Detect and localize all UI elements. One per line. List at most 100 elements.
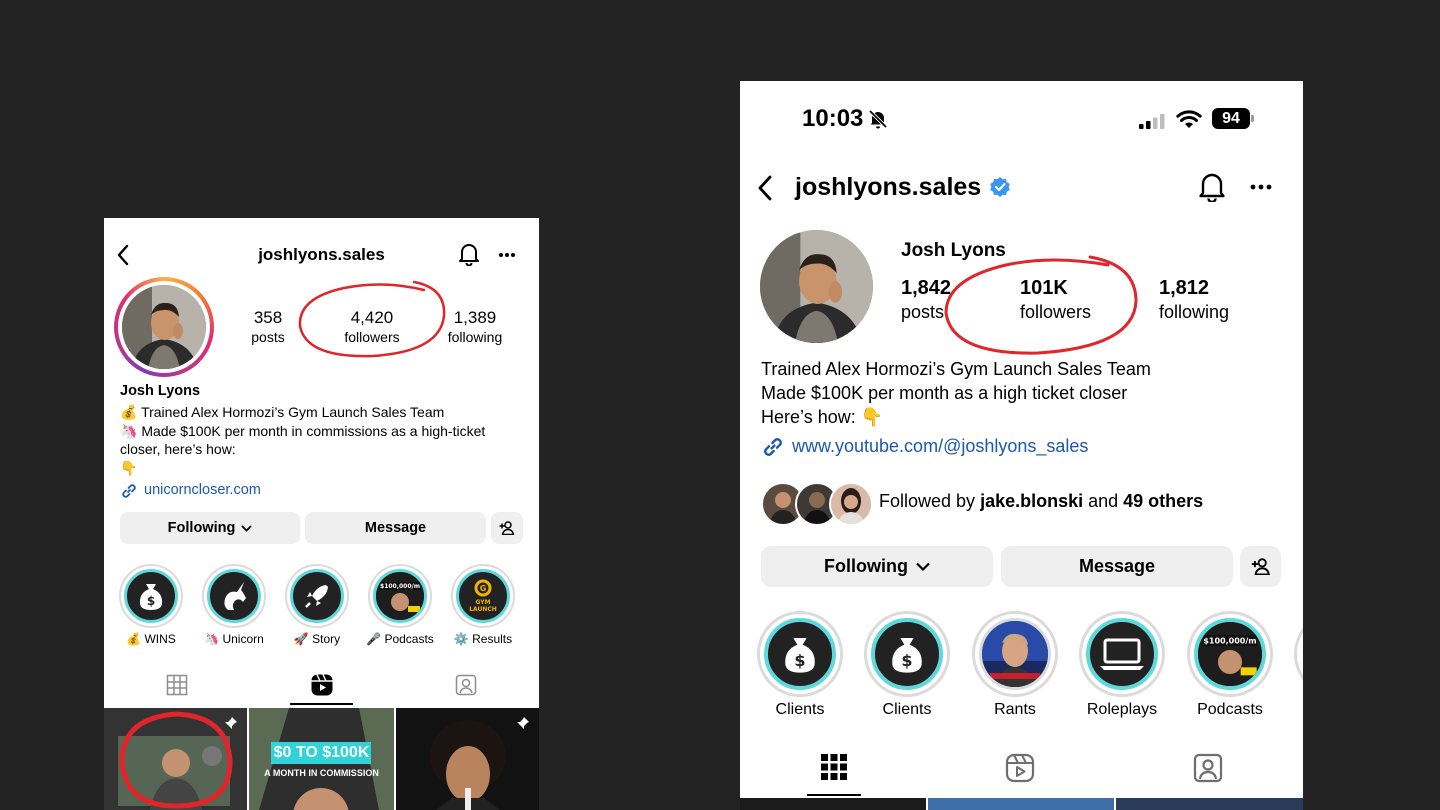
bio-line: 👇 (120, 459, 138, 476)
highlight-label: Clients (775, 701, 825, 718)
svg-text:$: $ (794, 651, 805, 670)
more-options-icon[interactable] (1250, 184, 1272, 190)
following-button[interactable]: Following (120, 512, 300, 544)
reel-thumbnail[interactable] (396, 708, 539, 810)
bell-icon[interactable] (1198, 172, 1226, 202)
svg-text:LAUNCH: LAUNCH (469, 606, 497, 613)
svg-text:$100,000/m: $100,000/m (1203, 636, 1256, 645)
avatar (122, 285, 206, 369)
highlight-label: Rants (994, 701, 1036, 718)
highlight-label: Podcasts (1197, 701, 1263, 718)
profile-username: joshlyons.sales (795, 173, 982, 201)
gym-launch-logo-icon: G GYM LAUNCH (456, 569, 510, 623)
money-bag-icon: $ (764, 618, 836, 690)
status-time: 10:03 (802, 105, 864, 132)
podcast-thumbnail-icon: $100,000/m (1194, 618, 1266, 690)
reel-sub-text: A MONTH IN COMMISSION (264, 768, 379, 778)
highlight-label: Roleplays (1086, 701, 1158, 718)
avatar[interactable] (760, 230, 873, 343)
pin-icon (516, 716, 530, 730)
cellular-signal-icon (1138, 113, 1168, 129)
link-icon (761, 435, 785, 459)
money-bag-icon: $ (124, 569, 178, 623)
rants-thumbnail-icon (979, 618, 1051, 690)
message-button-label: Message (1078, 556, 1156, 576)
chevron-down-icon (916, 562, 930, 571)
svg-text:$: $ (147, 594, 155, 608)
following-button[interactable]: Following (761, 546, 993, 587)
highlight-label: ⚙️ Results (453, 632, 513, 646)
wifi-icon (1176, 109, 1202, 129)
reel-thumbnail[interactable]: $0 TO $100K A MONTH IN COMMISSION (249, 708, 394, 810)
add-user-button[interactable] (491, 512, 523, 544)
bio-line: 💰 Trained Alex Hormozi’s Gym Launch Sale… (120, 404, 445, 420)
tab-reels[interactable] (310, 673, 334, 697)
add-user-button[interactable] (1240, 546, 1281, 587)
unicorn-icon (207, 569, 261, 623)
bell-icon[interactable] (458, 242, 480, 266)
right-profile-screenshot: 10:03 94 joshlyons.sales Josh Lyons 1,84… (740, 81, 1303, 810)
svg-text:GYM: GYM (475, 599, 490, 606)
post-thumbnail[interactable] (928, 798, 1114, 810)
bio-line: Here’s how: 👇 (761, 407, 884, 427)
podcast-thumb-text: $100,000/m (380, 583, 420, 590)
tab-grid-underline (807, 794, 861, 796)
highlight-label: 💰 WINS (126, 632, 176, 646)
chevron-down-icon (241, 524, 252, 532)
svg-text:G: G (480, 584, 487, 593)
stat-following[interactable]: 1,812 following (1159, 277, 1229, 323)
message-button[interactable]: Message (305, 512, 486, 544)
bio-line: closer, here’s how: (120, 441, 236, 457)
avatar (829, 482, 873, 526)
followed-by-others: 49 others (1123, 491, 1204, 511)
avatar-story-ring[interactable] (114, 277, 214, 377)
highlight-label: 🚀 Story (293, 632, 341, 646)
followed-by-middle: and (1083, 491, 1124, 511)
following-button-label: Following (167, 520, 236, 536)
profile-name: Josh Lyons (120, 383, 201, 399)
link-icon (120, 482, 138, 500)
followed-by-user: jake.blonski (980, 491, 1084, 511)
reel-banner-text: $0 TO $100K (273, 744, 370, 761)
followers-highlight-circle (294, 276, 454, 362)
mutual-followers-avatars[interactable] (761, 482, 873, 526)
bio: Trained Alex Hormozi’s Gym Launch Sales … (761, 357, 1151, 429)
battery-icon: 94 (1212, 108, 1250, 129)
followed-by-text[interactable]: Followed by jake.blonski and 49 others (879, 491, 1203, 512)
money-bag-icon: $ (871, 618, 943, 690)
more-options-icon[interactable] (498, 252, 516, 258)
stat-posts-value: 358 (253, 308, 283, 327)
tab-reels[interactable] (1005, 753, 1035, 783)
tab-tagged[interactable] (1193, 753, 1223, 783)
highlight-label: 🎤 Podcasts (366, 632, 434, 646)
post-thumbnail[interactable] (740, 798, 926, 810)
verified-badge-icon (989, 176, 1011, 198)
back-icon[interactable] (756, 174, 774, 202)
bell-muted-icon (868, 109, 888, 129)
add-user-icon (499, 521, 515, 535)
bio-link[interactable]: www.youtube.com/@joshlyons_sales (792, 436, 1088, 457)
laptop-icon (1086, 618, 1158, 690)
battery-cap (1251, 115, 1254, 122)
svg-text:$: $ (901, 651, 912, 670)
highlight-label: 🦄 Unicorn (204, 632, 264, 646)
bio-line: Made $100K per month as a high ticket cl… (761, 383, 1128, 403)
pin-icon (224, 716, 238, 730)
followers-highlight-circle (940, 249, 1144, 361)
tab-grid[interactable] (166, 674, 188, 696)
stat-posts[interactable]: 358 posts (238, 308, 298, 345)
tab-tagged[interactable] (455, 674, 477, 696)
message-button[interactable]: Message (1001, 546, 1233, 587)
bio-link[interactable]: unicorncloser.com (144, 482, 261, 498)
stat-following-value: 1,812 (1159, 277, 1210, 299)
post-thumbnail[interactable] (1116, 798, 1303, 810)
message-button-label: Message (364, 520, 427, 536)
stat-following-label: following (1159, 302, 1230, 322)
reel-thumbnail[interactable] (104, 708, 247, 810)
highlight-label: Clients (882, 701, 932, 718)
add-user-icon (1251, 558, 1271, 575)
bio-line: Trained Alex Hormozi’s Gym Launch Sales … (761, 359, 1151, 379)
tab-grid[interactable] (820, 753, 848, 781)
following-button-label: Following (824, 556, 908, 576)
followed-by-prefix: Followed by (879, 491, 981, 511)
